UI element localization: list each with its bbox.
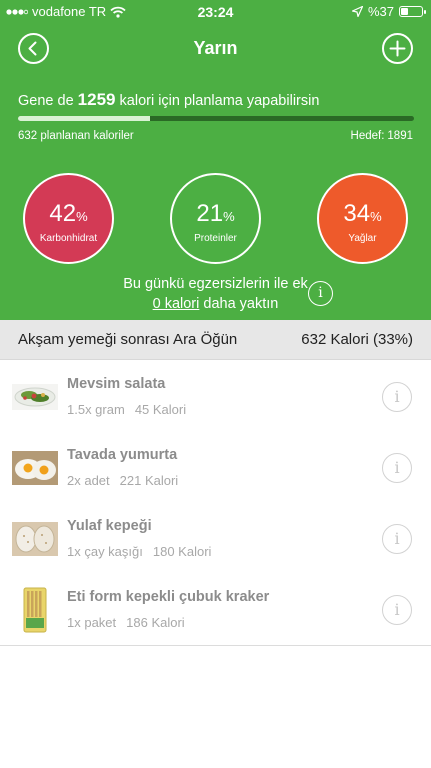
macro-fat-circle[interactable]: 34% Yağlar — [317, 173, 408, 264]
remaining-calories-value: 1259 — [77, 90, 116, 109]
food-amount: 1.5x gram — [67, 402, 125, 417]
food-item[interactable]: Tavada yumurta 2x adet 221 Kalori i — [0, 432, 431, 504]
macro-carbs-percent: 42% — [49, 200, 88, 227]
calorie-progress-fill — [18, 116, 151, 121]
info-icon[interactable]: i — [308, 281, 333, 306]
oat-bran-thumbnail — [12, 522, 58, 556]
food-calories: 221 Kalori — [119, 473, 179, 488]
food-details: 1x paket 186 Kalori — [67, 615, 185, 630]
food-name: Yulaf kepeği — [67, 518, 152, 534]
battery-icon — [399, 6, 426, 17]
cracker-package-thumbnail — [23, 587, 47, 633]
status-bar: vodafone TR 23:24 %37 — [0, 0, 431, 24]
food-details: 2x adet 221 Kalori — [67, 473, 178, 488]
food-name: Eti form kepekli çubuk kraker — [67, 589, 270, 605]
salad-thumbnail — [12, 384, 58, 410]
battery-level — [401, 8, 408, 15]
exercise-calories-text: Bu günkü egzersizlerin ile ek 0 kalori d… — [0, 274, 431, 314]
macro-carbs-circle[interactable]: 42% Karbonhidrat — [23, 173, 114, 264]
location-arrow-icon — [351, 6, 363, 17]
fried-egg-thumbnail — [12, 451, 58, 485]
macro-carbs-label: Karbonhidrat — [39, 233, 98, 244]
remaining-calories-text: Gene de 1259 kalori için planlama yapabi… — [18, 90, 319, 110]
meal-name: Akşam yemeği sonrası Ara Öğün — [18, 331, 238, 348]
food-item[interactable]: Mevsim salata 1.5x gram 45 Kalori i — [0, 361, 431, 433]
food-details: 1x çay kaşığı 180 Kalori — [67, 544, 211, 559]
calorie-progress-bar — [18, 116, 414, 121]
macro-fat-percent: 34% — [343, 200, 382, 227]
food-name: Mevsim salata — [67, 376, 166, 392]
add-food-button[interactable] — [382, 33, 413, 64]
food-name: Tavada yumurta — [67, 447, 178, 463]
food-calories: 186 Kalori — [126, 615, 185, 630]
food-amount: 2x adet — [67, 473, 110, 488]
food-amount: 1x paket — [67, 615, 117, 630]
food-info-icon[interactable]: i — [382, 453, 412, 483]
status-right: %37 — [351, 4, 426, 19]
exercise-calories-link[interactable]: 0 kalori — [153, 296, 200, 312]
target-value: 1891 — [387, 130, 413, 142]
meal-calories: 632 Kalori (33%) — [301, 331, 413, 348]
header-panel: vodafone TR 23:24 %37 Yarın Gene de 1259… — [0, 0, 431, 320]
food-item[interactable]: Yulaf kepeği 1x çay kaşığı 180 Kalori i — [0, 503, 431, 575]
food-amount: 1x çay kaşığı — [67, 544, 143, 559]
remaining-prefix: Gene de — [18, 93, 74, 109]
macro-protein-circle[interactable]: 21% Proteinler — [170, 173, 261, 264]
food-item[interactable]: Eti form kepekli çubuk kraker 1x paket 18… — [0, 574, 431, 646]
food-info-icon[interactable]: i — [382, 524, 412, 554]
target-calories: Hedef: 1891 — [348, 130, 413, 142]
macro-protein-label: Proteinler — [194, 233, 237, 244]
target-label: Hedef: — [350, 130, 385, 142]
page-title: Yarın — [193, 38, 238, 58]
food-info-icon[interactable]: i — [382, 595, 412, 625]
macro-fat-label: Yağlar — [348, 233, 377, 244]
exercise-line-2: 0 kalori daha yaktın — [0, 294, 431, 314]
food-details: 1.5x gram 45 Kalori — [67, 402, 186, 417]
exercise-line-2-suffix: daha yaktın — [203, 296, 279, 312]
meal-header: Akşam yemeği sonrası Ara Öğün 632 Kalori… — [0, 320, 431, 360]
plus-icon — [389, 40, 406, 57]
food-calories: 180 Kalori — [152, 544, 212, 559]
exercise-line-1: Bu günkü egzersizlerin ile ek — [123, 276, 308, 292]
food-info-icon[interactable]: i — [382, 382, 412, 412]
macro-protein-percent: 21% — [196, 200, 235, 227]
planned-calories-label: 632 planlanan kaloriler — [18, 130, 134, 142]
remaining-suffix: kalori için planlama yapabilirsin — [119, 93, 320, 109]
battery-percent: %37 — [367, 4, 394, 19]
food-calories: 45 Kalori — [134, 402, 187, 417]
